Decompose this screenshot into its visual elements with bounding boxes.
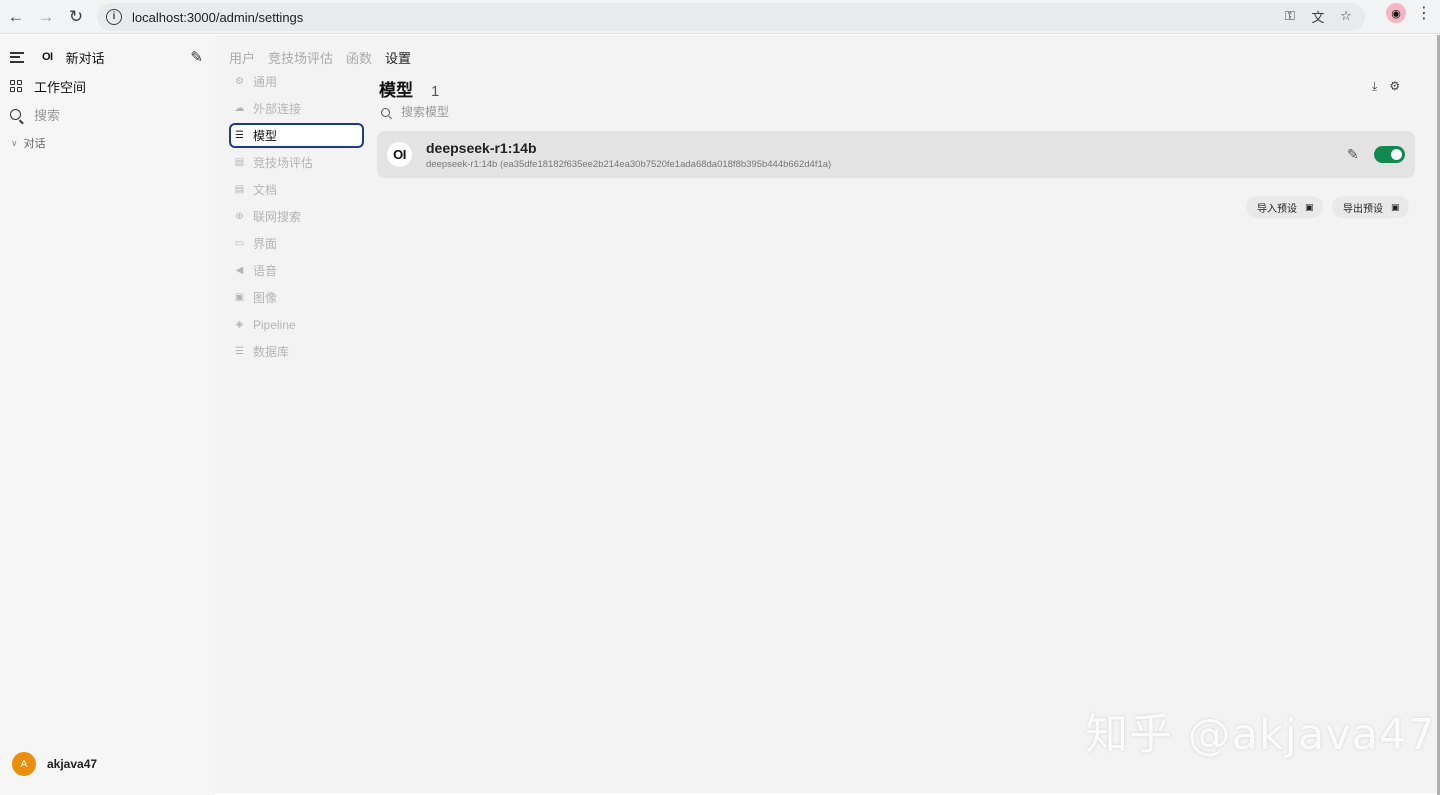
browser-menu-icon[interactable]: ⋮ <box>1414 3 1434 23</box>
settings-nav-label: 界面 <box>253 237 278 251</box>
monitor-icon: ▭ <box>234 238 245 249</box>
model-row[interactable]: OI deepseek-r1:14b deepseek-r1:14b (ea35… <box>377 131 1415 178</box>
workspace-item[interactable]: 工作空间 <box>0 76 215 96</box>
edit-model-icon[interactable]: ✎ <box>1347 146 1359 163</box>
new-chat-label[interactable]: 新对话 <box>66 48 105 67</box>
menu-icon[interactable] <box>10 51 24 63</box>
cloud-icon: ☁ <box>234 103 245 114</box>
settings-nav-documents[interactable]: ▤ 文档 <box>229 177 364 202</box>
main-panel: 用户 竞技场评估 函数 设置 ⚙ 通用 ☁ 外部连接 ☰ 模型 ▤ 竞技场评估 ▤ 文档 … <box>215 35 1437 793</box>
settings-nav-label: 图像 <box>253 291 278 305</box>
database-icon: ☰ <box>235 346 244 357</box>
export-preset-label: 导出预设 <box>1343 203 1383 215</box>
settings-nav-label: 外部连接 <box>253 102 302 116</box>
database-icon: ☰ <box>235 130 244 141</box>
settings-nav: ⚙ 通用 ☁ 外部连接 ☰ 模型 ▤ 竞技场评估 ▤ 文档 ⊕ 联网搜索 ▭ 界面 ◀ 语音 ▣… <box>229 69 364 366</box>
file-import-icon: ▣ <box>1305 201 1314 212</box>
star-icon[interactable]: ☆ <box>1337 7 1355 25</box>
models-header-actions: ⤓ ⚙ <box>1372 79 1400 94</box>
settings-nav-label: 数据库 <box>253 345 290 359</box>
document-icon: ▤ <box>234 157 245 168</box>
profile-avatar-icon[interactable]: ◉ <box>1386 3 1406 23</box>
settings-nav-web-search[interactable]: ⊕ 联网搜索 <box>229 204 364 229</box>
model-name[interactable]: deepseek-r1:14b <box>426 140 537 156</box>
sidebar-search-label: 搜索 <box>34 107 61 123</box>
speaker-icon: ◀ <box>235 265 244 276</box>
settings-nav-pipeline[interactable]: ◈ Pipeline <box>229 312 364 337</box>
settings-nav-models[interactable]: ☰ 模型 <box>229 123 364 148</box>
address-bar[interactable]: i localhost:3000/admin/settings ⚿ 文 ☆ <box>97 3 1365 31</box>
conversations-label: 对话 <box>23 138 46 150</box>
models-header: 模型 1 <box>379 76 439 101</box>
workspace-label: 工作空间 <box>34 79 87 95</box>
model-enabled-toggle[interactable] <box>1374 146 1405 163</box>
new-chat-row[interactable]: OI 新对话 ✎ <box>0 47 215 67</box>
settings-nav-label: 通用 <box>253 75 278 89</box>
search-icon <box>381 107 390 117</box>
model-search <box>381 105 701 119</box>
settings-nav-label: 联网搜索 <box>253 210 302 224</box>
tab-settings[interactable]: 设置 <box>385 48 411 67</box>
settings-nav-arena[interactable]: ▤ 竞技场评估 <box>229 150 364 175</box>
image-icon: ▣ <box>234 292 245 303</box>
export-preset-button[interactable]: 导出预设 ▣ <box>1332 196 1409 218</box>
app-logo: OI <box>42 51 53 63</box>
forward-icon[interactable]: → <box>31 2 61 32</box>
model-search-input[interactable] <box>401 105 701 119</box>
back-icon[interactable]: ← <box>1 2 31 32</box>
conversations-folder[interactable]: ∨ 对话 <box>0 134 215 152</box>
gear-icon: ⚙ <box>235 76 244 87</box>
admin-tabs: 用户 竞技场评估 函数 设置 <box>229 48 411 67</box>
settings-nav-label: 文档 <box>253 183 278 197</box>
user-menu[interactable]: A akjava47 <box>12 752 97 776</box>
settings-nav-audio[interactable]: ◀ 语音 <box>229 258 364 283</box>
edit-icon[interactable]: ✎ <box>190 48 203 66</box>
settings-nav-label: 竞技场评估 <box>253 156 314 170</box>
settings-nav-label: Pipeline <box>253 317 296 332</box>
settings-nav-connections[interactable]: ☁ 外部连接 <box>229 96 364 121</box>
model-detail: deepseek-r1:14b (ea35dfe18182f635ee2b214… <box>426 159 832 170</box>
translate-icon[interactable]: 文 <box>1309 7 1327 25</box>
tab-functions[interactable]: 函数 <box>346 48 372 67</box>
search-icon <box>10 108 21 120</box>
layers-icon: ◈ <box>235 319 244 330</box>
settings-nav-label: 语音 <box>253 264 278 278</box>
model-logo: OI <box>387 142 412 167</box>
tab-users[interactable]: 用户 <box>229 48 255 67</box>
import-preset-label: 导入预设 <box>1257 203 1297 215</box>
settings-nav-label: 模型 <box>253 129 278 143</box>
tab-arena[interactable]: 竞技场评估 <box>268 48 333 67</box>
grid-icon <box>10 80 22 92</box>
model-count: 1 <box>431 83 440 100</box>
reload-icon[interactable]: ↻ <box>61 2 91 32</box>
sidebar-search[interactable]: 搜索 <box>0 104 215 124</box>
settings-gear-icon[interactable]: ⚙ <box>1389 79 1400 94</box>
avatar[interactable]: A <box>12 752 36 776</box>
url-text[interactable]: localhost:3000/admin/settings <box>132 10 303 25</box>
document-icon: ▤ <box>234 184 245 195</box>
settings-nav-interface[interactable]: ▭ 界面 <box>229 231 364 256</box>
globe-icon: ⊕ <box>235 211 244 222</box>
settings-nav-images[interactable]: ▣ 图像 <box>229 285 364 310</box>
settings-nav-database[interactable]: ☰ 数据库 <box>229 339 364 364</box>
browser-toolbar: ← → ↻ i localhost:3000/admin/settings ⚿ … <box>0 0 1440 34</box>
download-icon[interactable]: ⤓ <box>1372 79 1377 94</box>
site-info-icon[interactable]: i <box>106 9 122 25</box>
username[interactable]: akjava47 <box>47 757 97 771</box>
file-export-icon: ▣ <box>1391 201 1400 212</box>
watermark: 知乎 @akjava47 <box>1085 710 1436 760</box>
page-title: 模型 <box>379 81 413 100</box>
key-icon[interactable]: ⚿ <box>1281 7 1299 25</box>
sidebar: OI 新对话 ✎ 工作空间 搜索 ∨ 对话 A akjava47 <box>0 35 215 795</box>
import-preset-button[interactable]: 导入预设 ▣ <box>1246 196 1323 218</box>
chevron-down-icon: ∨ <box>11 137 18 148</box>
settings-nav-general[interactable]: ⚙ 通用 <box>229 69 364 94</box>
